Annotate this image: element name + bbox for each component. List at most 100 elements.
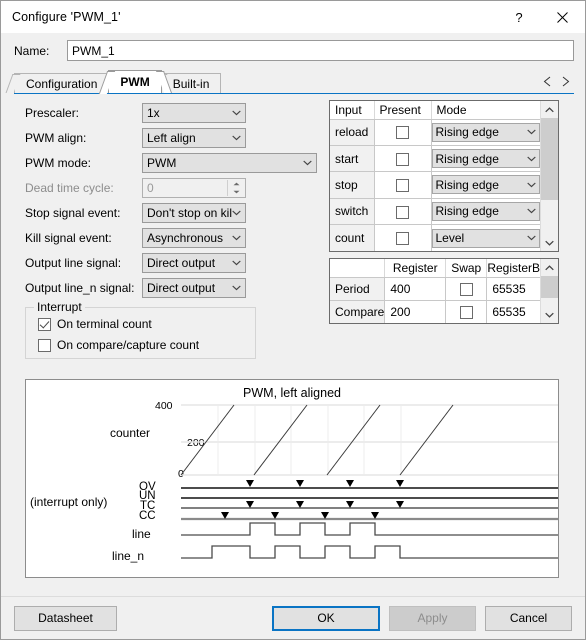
output-line-signal-value: Direct output [147,255,216,270]
output-line-n-signal-select[interactable]: Direct output [142,277,246,298]
register-table-scrollbar[interactable] [540,259,558,323]
cell-swap[interactable] [445,300,488,323]
dead-time-cycle-value: 0 [147,180,154,195]
scroll-track[interactable] [541,276,558,306]
tab-configuration-label: Configuration [26,77,98,91]
chevron-up-icon [545,106,554,112]
cell-present[interactable] [374,198,432,226]
checkbox-icon [38,317,51,331]
field-output-line-signal: Output line signal: Direct output [25,252,246,273]
table-row[interactable]: reload Rising edge [330,119,540,146]
scroll-down-button[interactable] [541,306,558,323]
input-table[interactable]: Input Present Mode reload Rising edge st… [329,100,559,252]
cell-input-name: stop [330,171,375,199]
close-button[interactable] [539,1,585,33]
scroll-up-button[interactable] [541,259,558,276]
prescaler-select[interactable]: 1x [142,102,246,123]
checkbox-on-compare-capture-count[interactable]: On compare/capture count [38,338,199,352]
cell-mode[interactable]: Rising edge [431,119,540,146]
col-mode: Mode [431,101,540,120]
checkbox-icon[interactable] [459,282,473,296]
triangle-left-icon[interactable] [543,76,552,90]
cell-register-buf[interactable]: 65535 [486,300,540,323]
register-table[interactable]: Register Swap RegisterB Period 400 65535… [329,258,559,324]
col-blank [330,259,386,278]
mode-select[interactable]: Rising edge [431,201,540,221]
dead-time-cycle-stepper[interactable]: 0 [142,177,246,198]
checkbox-icon[interactable] [396,126,409,140]
cell-mode[interactable]: Level [431,224,540,251]
output-line-signal-select[interactable]: Direct output [142,252,246,273]
chevron-down-icon [523,230,539,247]
table-row[interactable]: stop Rising edge [330,171,540,199]
chevron-down-icon [228,279,245,297]
interrupt-group-title: Interrupt [34,300,85,314]
output-line-n-signal-value: Direct output [147,280,216,295]
pwm-mode-select[interactable]: PWM [142,152,317,173]
name-input[interactable] [67,40,574,61]
stepper-up-icon[interactable] [228,179,244,188]
close-icon [556,11,568,23]
input-table-scrollbar[interactable] [540,101,558,251]
checkbox-icon[interactable] [396,152,409,166]
prescaler-label: Prescaler: [25,105,80,120]
checkbox-icon[interactable] [396,179,409,193]
table-row[interactable]: Period 400 65535 [330,277,540,301]
table-row[interactable]: switch Rising edge [330,198,540,226]
cancel-button[interactable]: Cancel [485,605,572,631]
pwm-tab-panel: Prescaler: 1x PWM align: Left align PWM … [14,94,574,596]
checkbox-icon[interactable] [459,305,473,319]
cell-present[interactable] [374,145,432,173]
cell-register-buf[interactable]: 65535 [486,277,540,301]
cell-mode[interactable]: Rising edge [431,171,540,199]
cell-register[interactable]: 200 [384,300,447,323]
checkbox-icon[interactable] [396,232,409,246]
mode-select[interactable]: Level [431,228,540,248]
table-row[interactable]: Compare 200 65535 [330,300,540,323]
on-compare-capture-count-label: On compare/capture count [57,338,200,352]
checkbox-on-terminal-count[interactable]: On terminal count [38,317,152,331]
ok-button[interactable]: OK [272,605,380,631]
scroll-thumb[interactable] [541,276,558,298]
help-button[interactable]: ? [499,1,539,33]
triangle-right-icon[interactable] [561,76,570,90]
waveform-svg [180,404,558,559]
scroll-thumb[interactable] [541,118,558,200]
pwm-mode-value: PWM [147,155,177,170]
chevron-down-icon [523,150,539,167]
kill-signal-event-select[interactable]: Asynchronous [142,227,246,248]
chevron-down-icon [545,240,554,246]
cell-register[interactable]: 400 [384,277,447,301]
mode-select[interactable]: Rising edge [431,175,540,195]
datasheet-button[interactable]: Datasheet [14,605,117,631]
cell-present[interactable] [374,119,432,146]
scroll-down-button[interactable] [541,234,558,251]
scroll-up-button[interactable] [541,101,558,118]
chevron-down-icon [228,229,245,247]
scroll-track[interactable] [541,118,558,234]
stepper-down-icon[interactable] [228,187,244,196]
table-row[interactable]: count Level [330,224,540,251]
cell-present[interactable] [374,171,432,199]
stop-signal-event-select[interactable]: Don't stop on kil [142,202,246,223]
checkbox-icon[interactable] [396,205,409,219]
pwm-align-select[interactable]: Left align [142,127,246,148]
output-line-n-signal-label: Output line_n signal: [25,280,135,295]
tab-pwm[interactable]: PWM [108,70,162,93]
mode-select[interactable]: Rising edge [431,149,540,169]
on-terminal-count-label: On terminal count [57,317,152,331]
cell-present[interactable] [374,224,432,251]
cell-swap[interactable] [445,277,488,301]
tab-configuration[interactable]: Configuration [14,73,110,93]
title-bar: Configure 'PWM_1' ? [1,1,585,33]
mode-select[interactable]: Rising edge [431,122,540,142]
interrupt-group: Interrupt On terminal count On compare/c… [25,300,256,359]
chevron-up-icon [545,264,554,270]
stop-signal-event-value: Don't stop on kil [147,205,233,220]
cell-mode[interactable]: Rising edge [431,145,540,173]
cell-mode[interactable]: Rising edge [431,198,540,226]
chevron-down-icon [299,154,316,172]
tab-strip: Configuration PWM Built-in [14,69,574,93]
table-row[interactable]: start Rising edge [330,145,540,173]
stepper-buttons [227,179,244,196]
